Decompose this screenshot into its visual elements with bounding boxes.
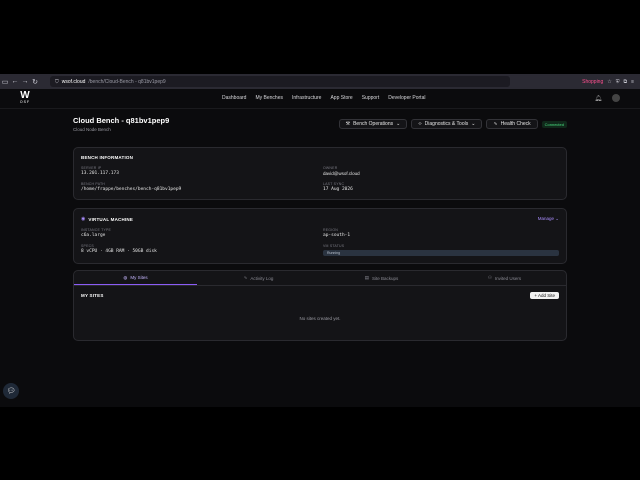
virtual-machine-card: ◉ VIRTUAL MACHINE Manage ⌄ INSTANCE TYPE… <box>73 208 567 264</box>
nav-link-dashboard[interactable]: Dashboard <box>222 95 246 101</box>
server-ip-label: SERVER IP <box>81 166 102 170</box>
sites-panel: ◍ My Sites ∿ Activity Log ▤ Site Backups… <box>73 270 567 341</box>
browser-toolbar: ▭ ← → ↻ ⛉ wsof.cloud /bench/Cloud-Bench … <box>0 74 640 89</box>
region-label: REGION <box>323 228 339 232</box>
nav-link-infrastructure[interactable]: Infrastructure <box>292 95 321 101</box>
manage-label: Manage <box>537 216 554 221</box>
region-value: ap-south-1 <box>323 233 351 238</box>
tab-activity-log-label: Activity Log <box>250 275 274 281</box>
page-subtitle: Cloud Node Bench <box>73 127 111 132</box>
top-navigation: W OSF Dashboard My Benches Infrastructur… <box>0 89 640 109</box>
globe-icon: ◍ <box>123 274 128 280</box>
server-ip-value: 13.201.117.173 <box>81 171 119 176</box>
bench-operations-button[interactable]: ⚒ Bench Operations ⌄ <box>338 119 408 129</box>
nav-link-support[interactable]: Support <box>362 95 380 101</box>
pulse-icon: ∿ <box>493 121 498 127</box>
manage-link[interactable]: Manage ⌄ <box>538 216 559 222</box>
owner-label: OWNER <box>323 166 338 170</box>
instance-type-label: INSTANCE TYPE <box>81 228 112 232</box>
instance-type-value: c6a.large <box>81 233 106 238</box>
logo-subtext: OSF <box>19 100 31 104</box>
extensions-icon[interactable]: ⧉ <box>624 79 628 85</box>
back-icon[interactable]: ← <box>10 77 20 87</box>
diagnostics-tools-label: Diagnostics & Tools <box>424 121 469 127</box>
forward-icon[interactable]: → <box>20 77 30 87</box>
shield-icon[interactable]: ⛨ <box>616 79 620 85</box>
code-icon: ‹› <box>418 121 422 127</box>
url-path: /bench/Cloud-Bench - q81bv1pep9 <box>88 78 166 85</box>
tab-site-backups-label: Site Backups <box>372 275 399 281</box>
chevron-down-icon: ⌄ <box>396 121 401 127</box>
bookmark-icon[interactable]: ☆ <box>607 79 611 85</box>
nav-link-app-store[interactable]: App Store <box>330 95 352 101</box>
wrench-icon: ⚒ <box>345 121 351 127</box>
page-title: Cloud Bench - q81bv1pep9 <box>73 116 170 125</box>
backup-icon: ▤ <box>364 275 369 280</box>
site-info-icon[interactable]: ⛉ <box>55 79 59 85</box>
bench-path-value: /home/frappe/benches/bench-q81bv1pep9 <box>81 187 182 192</box>
nav-links: Dashboard My Benches Infrastructure App … <box>222 95 425 101</box>
reload-icon[interactable]: ↻ <box>30 77 40 87</box>
health-check-label: Health Check <box>500 121 531 127</box>
specs-value: 8 vCPU · 4GB RAM · 50GB disk <box>81 249 157 254</box>
tab-bar: ◍ My Sites ∿ Activity Log ▤ Site Backups… <box>74 271 566 286</box>
chevron-down-icon: ⌄ <box>471 121 476 127</box>
owner-value: david@wsof.cloud <box>323 171 360 176</box>
tab-activity-log[interactable]: ∿ Activity Log <box>197 271 320 285</box>
activity-icon: ∿ <box>243 275 248 280</box>
specs-label: SPECS <box>81 244 94 248</box>
main-content: Cloud Bench - q81bv1pep9 Cloud Node Benc… <box>73 116 567 341</box>
menu-icon[interactable]: ≡ <box>631 79 634 85</box>
add-site-button[interactable]: + Add Site <box>530 292 559 299</box>
last-sync-label: LAST SYNC <box>323 182 345 186</box>
shopping-label[interactable]: Shopping <box>582 79 603 85</box>
virtual-machine-title: VIRTUAL MACHINE <box>88 216 134 222</box>
nav-link-developer-portal[interactable]: Developer Portal <box>388 95 425 101</box>
bell-icon[interactable]: 🔔︎ <box>594 95 602 102</box>
logo[interactable]: W OSF <box>18 91 32 105</box>
sidebar-toggle-icon[interactable]: ▭ <box>0 77 10 87</box>
bench-operations-label: Bench Operations <box>353 121 394 127</box>
server-icon: ◉ <box>81 216 86 222</box>
tab-my-sites-label: My Sites <box>130 275 148 280</box>
avatar[interactable] <box>612 94 620 102</box>
tab-invited-users-label: Invited Users <box>494 275 522 281</box>
nav-link-my-benches[interactable]: My Benches <box>255 95 283 101</box>
diagnostics-tools-button[interactable]: ‹› Diagnostics & Tools ⌄ <box>411 119 483 129</box>
my-sites-title: MY SITES <box>81 293 104 298</box>
bench-path-label: BENCH PATH <box>81 182 106 186</box>
page-header: Cloud Bench - q81bv1pep9 Cloud Node Benc… <box>73 116 567 136</box>
status-badge: Connected <box>541 120 567 128</box>
tab-my-sites[interactable]: ◍ My Sites <box>74 271 197 285</box>
health-check-button[interactable]: ∿ Health Check <box>486 119 538 129</box>
letterbox-bottom <box>0 407 640 480</box>
bench-information-card: BENCH INFORMATION SERVER IP 13.201.117.1… <box>73 147 567 200</box>
app-window: W OSF Dashboard My Benches Infrastructur… <box>0 89 640 407</box>
empty-state-text: No sites created yet. <box>299 316 341 321</box>
tab-invited-users[interactable]: ⚇ Invited Users <box>443 271 566 285</box>
chat-icon[interactable]: 💬︎ <box>3 383 19 399</box>
letterbox-top <box>0 0 640 74</box>
url-domain: wsof.cloud <box>61 78 86 85</box>
vm-status-label: VM STATUS <box>323 244 345 248</box>
users-icon: ⚇ <box>487 275 492 280</box>
last-sync-value: 17 Aug 2026 <box>323 187 353 192</box>
address-bar[interactable]: ⛉ wsof.cloud /bench/Cloud-Bench - q81bv1… <box>50 76 510 87</box>
tab-site-backups[interactable]: ▤ Site Backups <box>320 271 443 285</box>
vm-status-value: Running <box>323 250 559 256</box>
bench-information-title: BENCH INFORMATION <box>81 155 134 160</box>
